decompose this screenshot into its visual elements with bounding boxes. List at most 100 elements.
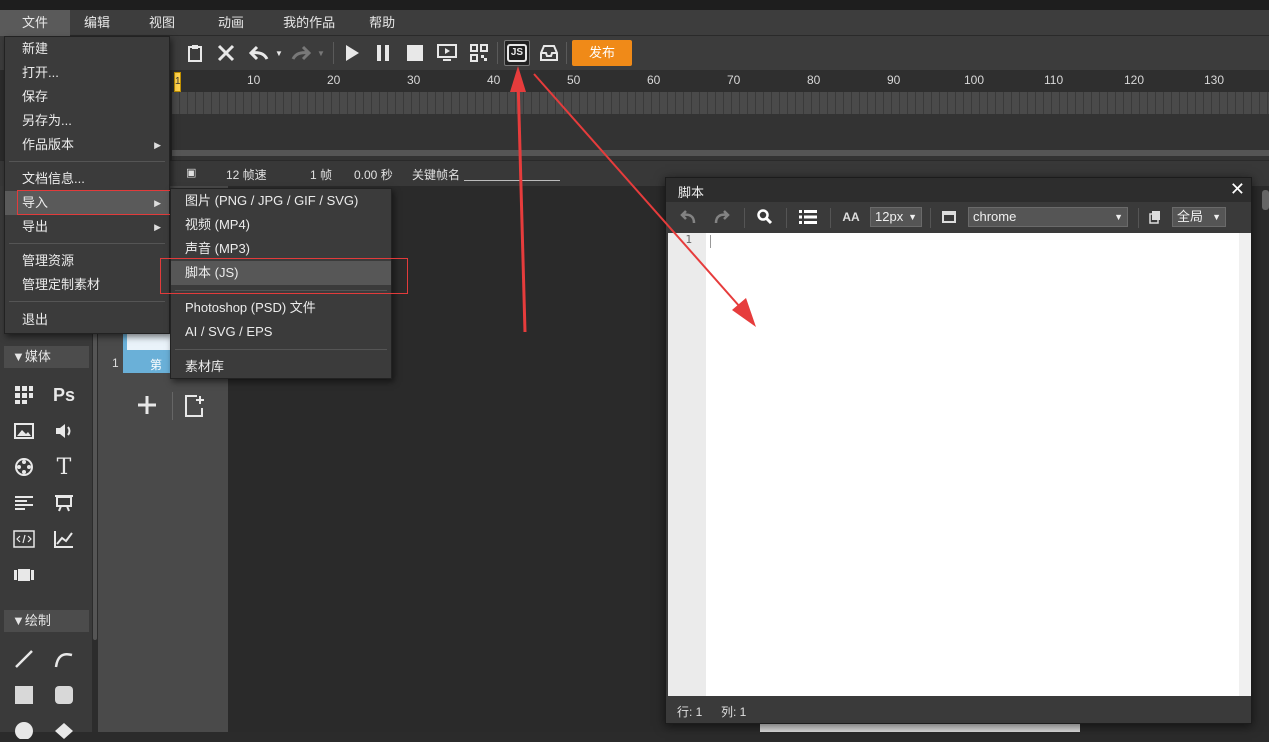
curve-tool-icon[interactable] bbox=[51, 646, 77, 672]
import-ai-svg-eps[interactable]: AI / SVG / EPS bbox=[171, 320, 391, 344]
script-js-button[interactable]: JS bbox=[504, 40, 530, 66]
toolbar-separator bbox=[333, 42, 334, 64]
scope-select[interactable]: 全局 ▼ bbox=[1172, 207, 1226, 227]
font-size-select[interactable]: 12px ▼ bbox=[870, 207, 922, 227]
import-library[interactable]: 素材库 bbox=[171, 355, 391, 379]
undo-icon[interactable] bbox=[246, 40, 272, 66]
file-menu-versions[interactable]: 作品版本 ▶ bbox=[5, 133, 169, 157]
script-dialog-title: 脚本 bbox=[678, 185, 705, 200]
file-menu-quit[interactable]: 退出 bbox=[5, 308, 169, 332]
fps-value[interactable]: 12 帧速 bbox=[226, 166, 267, 183]
time-value: 0.00 秒 bbox=[354, 168, 393, 182]
pause-icon[interactable] bbox=[370, 40, 396, 66]
cursor-row: 行: 1 bbox=[677, 705, 703, 719]
menu-my-works[interactable]: 我的作品 bbox=[263, 10, 355, 36]
toolbar-separator bbox=[1138, 208, 1139, 228]
menu-view[interactable]: 视图 bbox=[125, 10, 199, 36]
script-highlight-box bbox=[160, 258, 408, 294]
file-menu: 新建 打开... 保存 另存为... 作品版本 ▶ 文档信息... 导入 ▶ 导… bbox=[4, 36, 170, 334]
play-icon[interactable] bbox=[339, 40, 365, 66]
ellipse-tool-icon[interactable] bbox=[11, 716, 37, 742]
timeline-ruler[interactable]: 10 20 30 40 50 60 70 80 90 100 110 120 1… bbox=[172, 70, 1269, 92]
main-toolbar: ▼ ▼ JS 发布 bbox=[0, 36, 1269, 70]
file-menu-doc-info[interactable]: 文档信息... bbox=[5, 167, 169, 191]
sound-icon[interactable] bbox=[51, 418, 77, 444]
rounded-rect-tool-icon[interactable] bbox=[51, 682, 77, 708]
qrcode-icon[interactable] bbox=[466, 40, 492, 66]
keyframe-name-input[interactable] bbox=[464, 167, 560, 181]
line-tool-icon[interactable] bbox=[11, 646, 37, 672]
list-icon[interactable] bbox=[796, 207, 820, 227]
theme-select[interactable]: chrome ▼ bbox=[968, 207, 1128, 227]
file-menu-export-label: 导出 bbox=[22, 219, 49, 234]
import-psd[interactable]: Photoshop (PSD) 文件 bbox=[171, 296, 391, 320]
playhead-label: 1 bbox=[175, 76, 181, 87]
theme-value: chrome bbox=[973, 209, 1017, 224]
timeline-scrollbar[interactable] bbox=[172, 150, 1269, 156]
file-menu-new[interactable]: 新建 bbox=[5, 37, 169, 61]
add-scene-icon[interactable] bbox=[136, 394, 158, 416]
menu-animation[interactable]: 动画 bbox=[199, 10, 263, 36]
playhead[interactable]: 1 bbox=[174, 72, 181, 92]
tick-label: 120 bbox=[1124, 73, 1145, 87]
text-tool-icon[interactable]: T bbox=[51, 454, 77, 480]
toolbar-separator bbox=[830, 208, 831, 228]
file-menu-manage-assets[interactable]: 管理资源 bbox=[5, 249, 169, 273]
editor-scrollbar[interactable] bbox=[1239, 233, 1251, 696]
file-menu-versions-label: 作品版本 bbox=[22, 137, 75, 152]
grid-icon[interactable] bbox=[11, 382, 37, 408]
redo-icon[interactable] bbox=[710, 207, 732, 227]
paste-icon[interactable] bbox=[182, 40, 208, 66]
search-icon[interactable] bbox=[754, 207, 776, 227]
delete-icon[interactable] bbox=[213, 40, 239, 66]
file-menu-open[interactable]: 打开... bbox=[5, 61, 169, 85]
timeline-frames[interactable] bbox=[172, 92, 1269, 114]
menu-file[interactable]: 文件 bbox=[0, 10, 71, 36]
redo-dropdown-icon[interactable]: ▼ bbox=[314, 40, 328, 66]
menu-edit[interactable]: 编辑 bbox=[70, 10, 125, 36]
stage-canvas-edge bbox=[760, 724, 1080, 732]
draw-section-header[interactable]: ▼绘制 bbox=[4, 610, 89, 632]
file-menu-export[interactable]: 导出 ▶ bbox=[5, 215, 169, 239]
import-video[interactable]: 视频 (MP4) bbox=[171, 213, 391, 237]
file-menu-save-as[interactable]: 另存为... bbox=[5, 109, 169, 133]
polygon-tool-icon[interactable] bbox=[51, 716, 77, 742]
file-menu-manage-custom[interactable]: 管理定制素材 bbox=[5, 273, 169, 297]
html-code-icon[interactable] bbox=[11, 526, 37, 552]
menubar: 文件 编辑 视图 动画 我的作品 帮助 bbox=[0, 10, 1269, 36]
close-icon[interactable]: ✕ bbox=[1230, 179, 1245, 200]
paragraph-icon[interactable] bbox=[11, 490, 37, 516]
stop-icon[interactable] bbox=[402, 40, 428, 66]
file-menu-save[interactable]: 保存 bbox=[5, 85, 169, 109]
film-reel-icon[interactable] bbox=[11, 454, 37, 480]
undo-icon[interactable] bbox=[678, 207, 700, 227]
import-image[interactable]: 图片 (PNG / JPG / GIF / SVG) bbox=[171, 189, 391, 213]
add-page-icon[interactable] bbox=[183, 394, 207, 418]
undo-dropdown-icon[interactable]: ▼ bbox=[272, 40, 286, 66]
import-highlight-box bbox=[17, 190, 172, 215]
slider-widget-icon[interactable] bbox=[11, 562, 37, 588]
script-editor[interactable] bbox=[706, 233, 1239, 696]
rectangle-tool-icon[interactable] bbox=[11, 682, 37, 708]
menu-separator bbox=[9, 301, 165, 302]
text-cursor bbox=[710, 235, 711, 248]
line-number: 1 bbox=[685, 233, 692, 246]
inbox-icon[interactable] bbox=[536, 40, 562, 66]
toolbar-separator bbox=[786, 208, 787, 228]
caret-down-icon: ▼ bbox=[1212, 212, 1221, 222]
onion-skin-icon[interactable]: ▣ bbox=[186, 166, 196, 179]
cursor-col: 列: 1 bbox=[721, 705, 747, 719]
image-icon[interactable] bbox=[11, 418, 37, 444]
media-section-header[interactable]: ▼媒体 bbox=[4, 346, 89, 368]
publish-button[interactable]: 发布 bbox=[572, 40, 632, 66]
redo-icon[interactable] bbox=[288, 40, 314, 66]
line-chart-icon[interactable] bbox=[51, 526, 77, 552]
toolbar-separator bbox=[744, 208, 745, 228]
right-panel-handle[interactable] bbox=[1262, 190, 1269, 210]
photoshop-icon[interactable]: Ps bbox=[51, 382, 77, 408]
menu-help[interactable]: 帮助 bbox=[355, 10, 409, 36]
script-dialog-titlebar[interactable]: 脚本 ✕ bbox=[666, 178, 1251, 202]
preview-icon[interactable] bbox=[434, 40, 460, 66]
toolbar-separator bbox=[497, 42, 498, 64]
presentation-icon[interactable] bbox=[51, 490, 77, 516]
